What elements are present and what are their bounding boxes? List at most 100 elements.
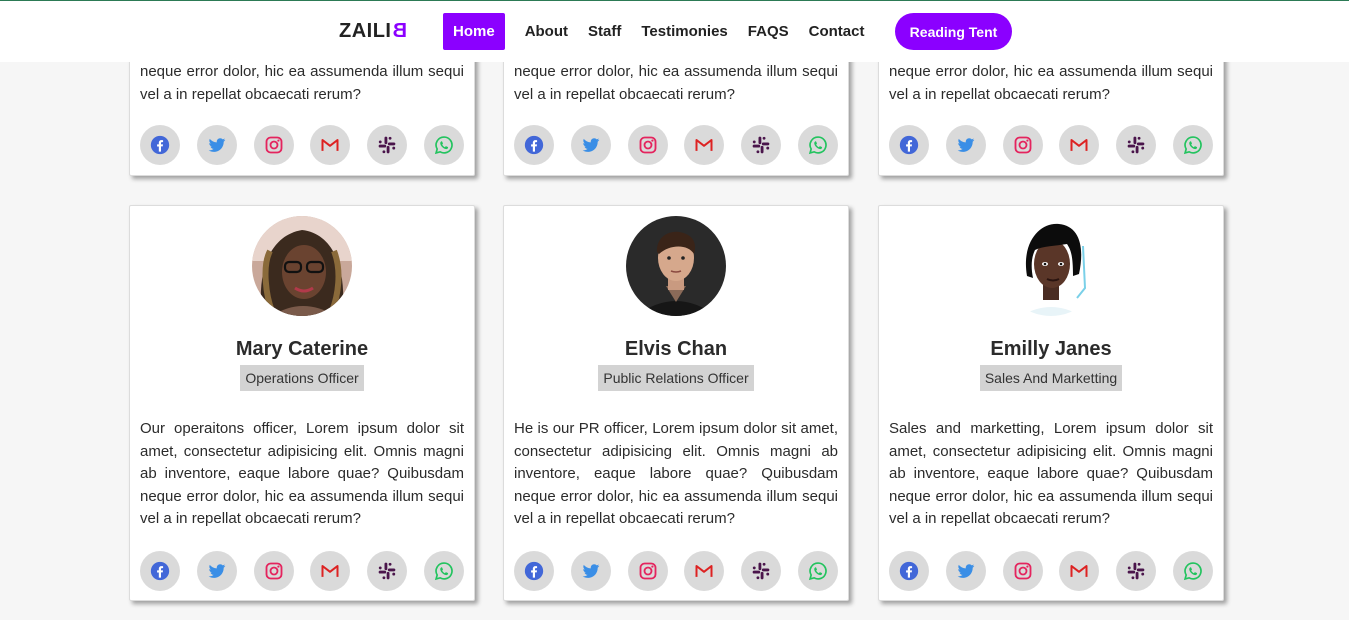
avatar xyxy=(1001,216,1101,316)
slack-link[interactable] xyxy=(741,125,782,165)
whatsapp-icon xyxy=(434,136,453,155)
whatsapp-icon xyxy=(1183,136,1202,155)
twitter-link[interactable] xyxy=(570,125,611,165)
twitter-icon xyxy=(957,564,975,578)
avatar xyxy=(626,216,726,316)
social-links xyxy=(514,551,838,591)
social-links xyxy=(140,125,464,165)
slack-link[interactable] xyxy=(1116,125,1157,165)
nav-home[interactable]: Home xyxy=(443,13,505,50)
twitter-link[interactable] xyxy=(196,125,237,165)
slack-link[interactable] xyxy=(1116,551,1157,591)
gmail-link[interactable] xyxy=(310,125,351,165)
staff-name: Elvis Chan xyxy=(624,338,728,360)
whatsapp-link[interactable] xyxy=(423,125,464,165)
gmail-icon xyxy=(321,139,339,151)
staff-description: He is our PR officer, Lorem ipsum dolor … xyxy=(514,420,838,527)
facebook-link[interactable] xyxy=(140,125,180,165)
gmail-link[interactable] xyxy=(1059,125,1100,165)
whatsapp-link[interactable] xyxy=(1172,551,1213,591)
staff-card-elvis-chan: Elvis Chan Public Relations Officer He i… xyxy=(503,205,849,601)
instagram-link[interactable] xyxy=(1002,551,1043,591)
slack-icon xyxy=(378,136,396,154)
nav-about[interactable]: About xyxy=(515,13,578,50)
social-links xyxy=(140,551,464,591)
slack-icon xyxy=(1127,562,1145,580)
staff-description: Sales and marketting, Lorem ipsum dolor … xyxy=(889,420,1213,527)
twitter-icon xyxy=(208,138,226,152)
facebook-icon xyxy=(524,561,544,581)
twitter-link[interactable] xyxy=(945,551,986,591)
facebook-link[interactable] xyxy=(514,551,554,591)
avatar xyxy=(252,216,352,316)
staff-role-badge: Sales And Marketting xyxy=(979,365,1123,391)
instagram-icon xyxy=(639,136,657,154)
twitter-icon xyxy=(957,138,975,152)
staff-name: Mary Caterine xyxy=(235,338,369,360)
staff-description: Our operaitons officer, Lorem ipsum dolo… xyxy=(140,420,464,527)
slack-icon xyxy=(1127,136,1145,154)
staff-description: neque error dolor, hic ea assumenda illu… xyxy=(889,63,1213,103)
facebook-icon xyxy=(899,135,919,155)
staff-role-badge: Public Relations Officer xyxy=(598,365,754,391)
nav-staff[interactable]: Staff xyxy=(578,13,631,50)
instagram-link[interactable] xyxy=(627,551,668,591)
whatsapp-link[interactable] xyxy=(797,551,838,591)
slack-link[interactable] xyxy=(367,125,408,165)
nav-testimonies[interactable]: Testimonies xyxy=(631,13,737,50)
facebook-icon xyxy=(150,561,170,581)
twitter-icon xyxy=(582,138,600,152)
whatsapp-icon xyxy=(808,136,827,155)
twitter-link[interactable] xyxy=(570,551,611,591)
slack-link[interactable] xyxy=(741,551,782,591)
slack-icon xyxy=(752,562,770,580)
social-links xyxy=(514,125,838,165)
whatsapp-link[interactable] xyxy=(1172,125,1213,165)
facebook-link[interactable] xyxy=(514,125,554,165)
staff-description: neque error dolor, hic ea assumenda illu… xyxy=(140,63,464,103)
whatsapp-link[interactable] xyxy=(423,551,464,591)
reading-tent-button[interactable]: Reading Tent xyxy=(895,13,1012,50)
gmail-icon xyxy=(1070,565,1088,577)
staff-description: neque error dolor, hic ea assumenda illu… xyxy=(514,63,838,103)
instagram-link[interactable] xyxy=(253,125,294,165)
gmail-link[interactable] xyxy=(1059,551,1100,591)
whatsapp-link[interactable] xyxy=(797,125,838,165)
instagram-link[interactable] xyxy=(253,551,294,591)
gmail-link[interactable] xyxy=(310,551,351,591)
instagram-icon xyxy=(1014,136,1032,154)
twitter-link[interactable] xyxy=(196,551,237,591)
slack-link[interactable] xyxy=(367,551,408,591)
staff-card-emilly-janes: Emilly Janes Sales And Marketting Sales … xyxy=(878,205,1224,601)
instagram-icon xyxy=(265,562,283,580)
twitter-link[interactable] xyxy=(945,125,986,165)
instagram-link[interactable] xyxy=(627,125,668,165)
whatsapp-icon xyxy=(808,562,827,581)
slack-icon xyxy=(378,562,396,580)
nav-links: Home About Staff Testimonies FAQS Contac… xyxy=(443,13,874,50)
facebook-link[interactable] xyxy=(140,551,180,591)
facebook-icon xyxy=(150,135,170,155)
gmail-icon xyxy=(695,139,713,151)
staff-name: Emilly Janes xyxy=(990,338,1112,360)
social-links xyxy=(889,551,1213,591)
facebook-icon xyxy=(524,135,544,155)
navbar: ZAILIB Home About Staff Testimonies FAQS… xyxy=(0,0,1349,62)
gmail-link[interactable] xyxy=(684,125,725,165)
instagram-icon xyxy=(639,562,657,580)
nav-faqs[interactable]: FAQS xyxy=(738,13,799,50)
whatsapp-icon xyxy=(1183,562,1202,581)
staff-card-mary-caterine: Mary Caterine Operations Officer Our ope… xyxy=(129,205,475,601)
gmail-icon xyxy=(695,565,713,577)
nav-contact[interactable]: Contact xyxy=(799,13,875,50)
instagram-icon xyxy=(1014,562,1032,580)
facebook-link[interactable] xyxy=(889,551,929,591)
whatsapp-icon xyxy=(434,562,453,581)
gmail-link[interactable] xyxy=(684,551,725,591)
twitter-icon xyxy=(582,564,600,578)
instagram-link[interactable] xyxy=(1002,125,1043,165)
gmail-icon xyxy=(321,565,339,577)
gmail-icon xyxy=(1070,139,1088,151)
facebook-link[interactable] xyxy=(889,125,929,165)
site-logo[interactable]: ZAILIB xyxy=(339,20,406,43)
